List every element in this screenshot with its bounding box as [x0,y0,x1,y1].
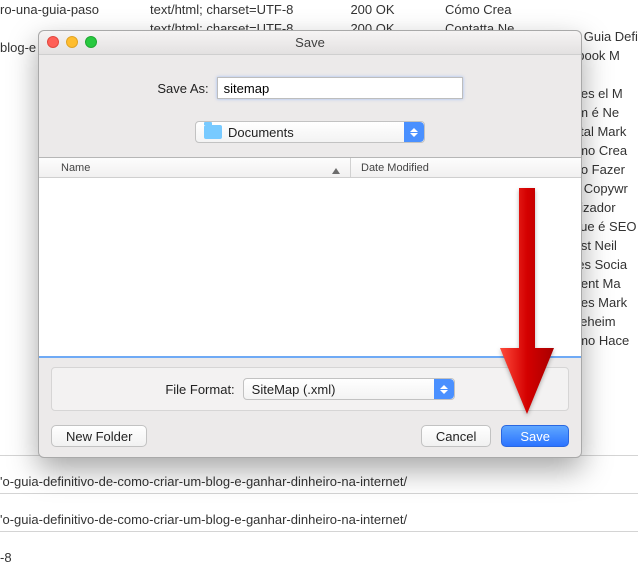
cell-type: text/html; charset=UTF-8 [150,2,300,17]
list-item: 'o-guia-definitivo-de-como-criar-um-blog… [0,512,638,531]
chevron-updown-icon [434,379,454,399]
save-as-row: Save As: [39,77,581,99]
list-item: -8 [0,550,638,569]
close-icon[interactable] [47,36,59,48]
column-header-date[interactable]: Date Modified [351,162,581,174]
table-row: ro-una-guia-paso text/html; charset=UTF-… [0,0,638,19]
chevron-updown-icon [404,122,424,142]
file-format-label: File Format: [165,382,234,397]
file-format-popup[interactable]: SiteMap (.xml) [243,378,455,400]
dialog-title: Save [39,35,581,50]
cell-status: 200 OK [300,2,445,17]
file-list-body[interactable] [39,178,581,358]
save-button[interactable]: Save [501,425,569,447]
list-item: 'o-guia-definitivo-de-como-criar-um-blog… [0,474,638,493]
file-browser: Name Date Modified [39,157,581,357]
location-row: Documents [39,121,581,143]
filename-input[interactable] [217,77,463,99]
minimize-icon[interactable] [66,36,78,48]
file-browser-header: Name Date Modified [39,158,581,178]
dialog-button-row: New Folder Cancel Save [51,425,569,447]
column-header-name[interactable]: Name [39,162,350,174]
traffic-lights [47,36,97,48]
new-folder-button[interactable]: New Folder [51,425,147,447]
cancel-button[interactable]: Cancel [421,425,491,447]
cell-url: ro-una-guia-paso [0,2,150,17]
cell-title: Cómo Crea [445,2,595,17]
divider [0,531,638,550]
location-value: Documents [228,125,294,140]
file-format-block: File Format: SiteMap (.xml) [51,367,569,411]
file-format-value: SiteMap (.xml) [252,382,336,397]
zoom-icon[interactable] [85,36,97,48]
background-bottom-rows: 'o-guia-definitivo-de-como-criar-um-blog… [0,455,638,569]
folder-icon [204,125,222,139]
divider [0,493,638,512]
save-as-label: Save As: [157,81,208,96]
column-header-name-label: Name [61,162,90,174]
titlebar: Save [39,31,581,55]
selection-line [39,356,581,358]
location-popup[interactable]: Documents [195,121,425,143]
sort-asc-icon [332,168,340,174]
save-dialog: Save Save As: Documents Name Date Modifi… [38,30,582,458]
